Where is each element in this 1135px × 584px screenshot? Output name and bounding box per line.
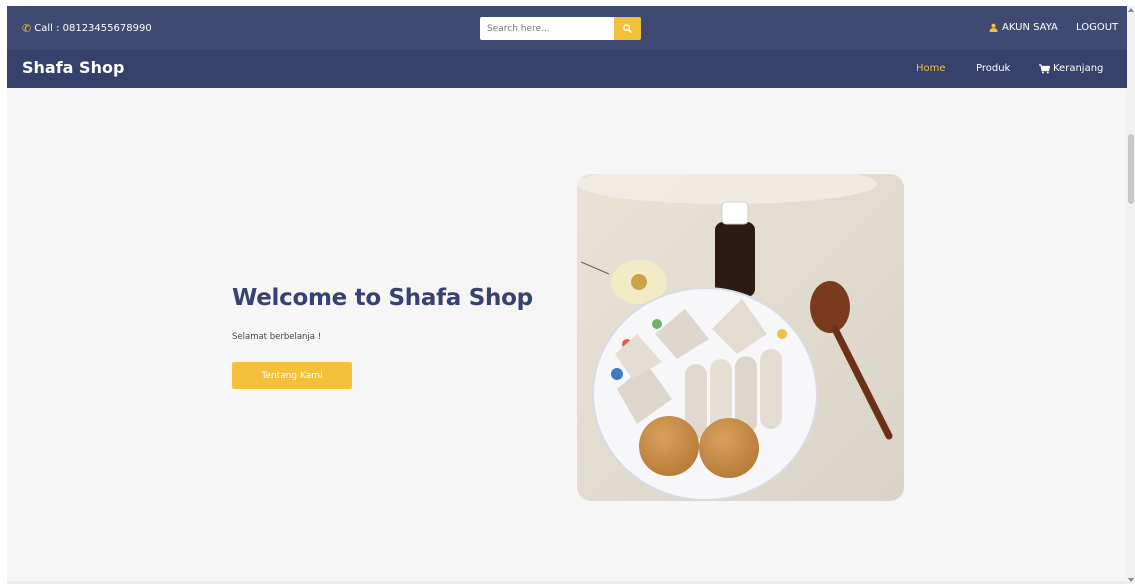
- scroll-down-arrow-icon[interactable]: [1128, 578, 1134, 582]
- tentang-kami-button[interactable]: Tentang Kami: [232, 362, 352, 389]
- scrollbar-thumb[interactable]: [1128, 134, 1134, 204]
- logout-link[interactable]: LOGOUT: [1076, 22, 1118, 33]
- brand-logo[interactable]: Shafa Shop: [22, 58, 124, 77]
- search-icon: [623, 24, 632, 33]
- scroll-up-arrow-icon[interactable]: [1128, 8, 1134, 12]
- main-navbar: Shafa Shop Home Produk Keranjang: [7, 50, 1127, 88]
- page-viewport: ✆ Call : 08123455678990 AKUN SAYA LOGOUT…: [7, 6, 1127, 584]
- nav-keranjang-label: Keranjang: [1053, 63, 1104, 74]
- account-label: AKUN SAYA: [1002, 22, 1058, 33]
- vertical-scrollbar[interactable]: [1127, 6, 1135, 584]
- search-form: [480, 17, 641, 40]
- nav-home[interactable]: Home: [916, 63, 946, 74]
- hero-title: Welcome to Shafa Shop: [232, 285, 533, 311]
- hero-product-image: [577, 174, 904, 501]
- search-button[interactable]: [614, 17, 641, 40]
- call-info: ✆ Call : 08123455678990: [22, 22, 152, 35]
- call-text: Call : 08123455678990: [34, 23, 152, 34]
- hero-subtitle: Selamat berbelanja !: [232, 332, 322, 342]
- cart-icon: [1039, 63, 1050, 73]
- phone-icon: ✆: [22, 22, 32, 35]
- top-bar: ✆ Call : 08123455678990 AKUN SAYA LOGOUT: [7, 6, 1127, 50]
- search-input[interactable]: [480, 17, 614, 40]
- nav-produk[interactable]: Produk: [976, 63, 1010, 74]
- user-icon: [989, 23, 998, 32]
- account-link[interactable]: AKUN SAYA: [989, 22, 1058, 33]
- nav-keranjang[interactable]: Keranjang: [1039, 63, 1103, 74]
